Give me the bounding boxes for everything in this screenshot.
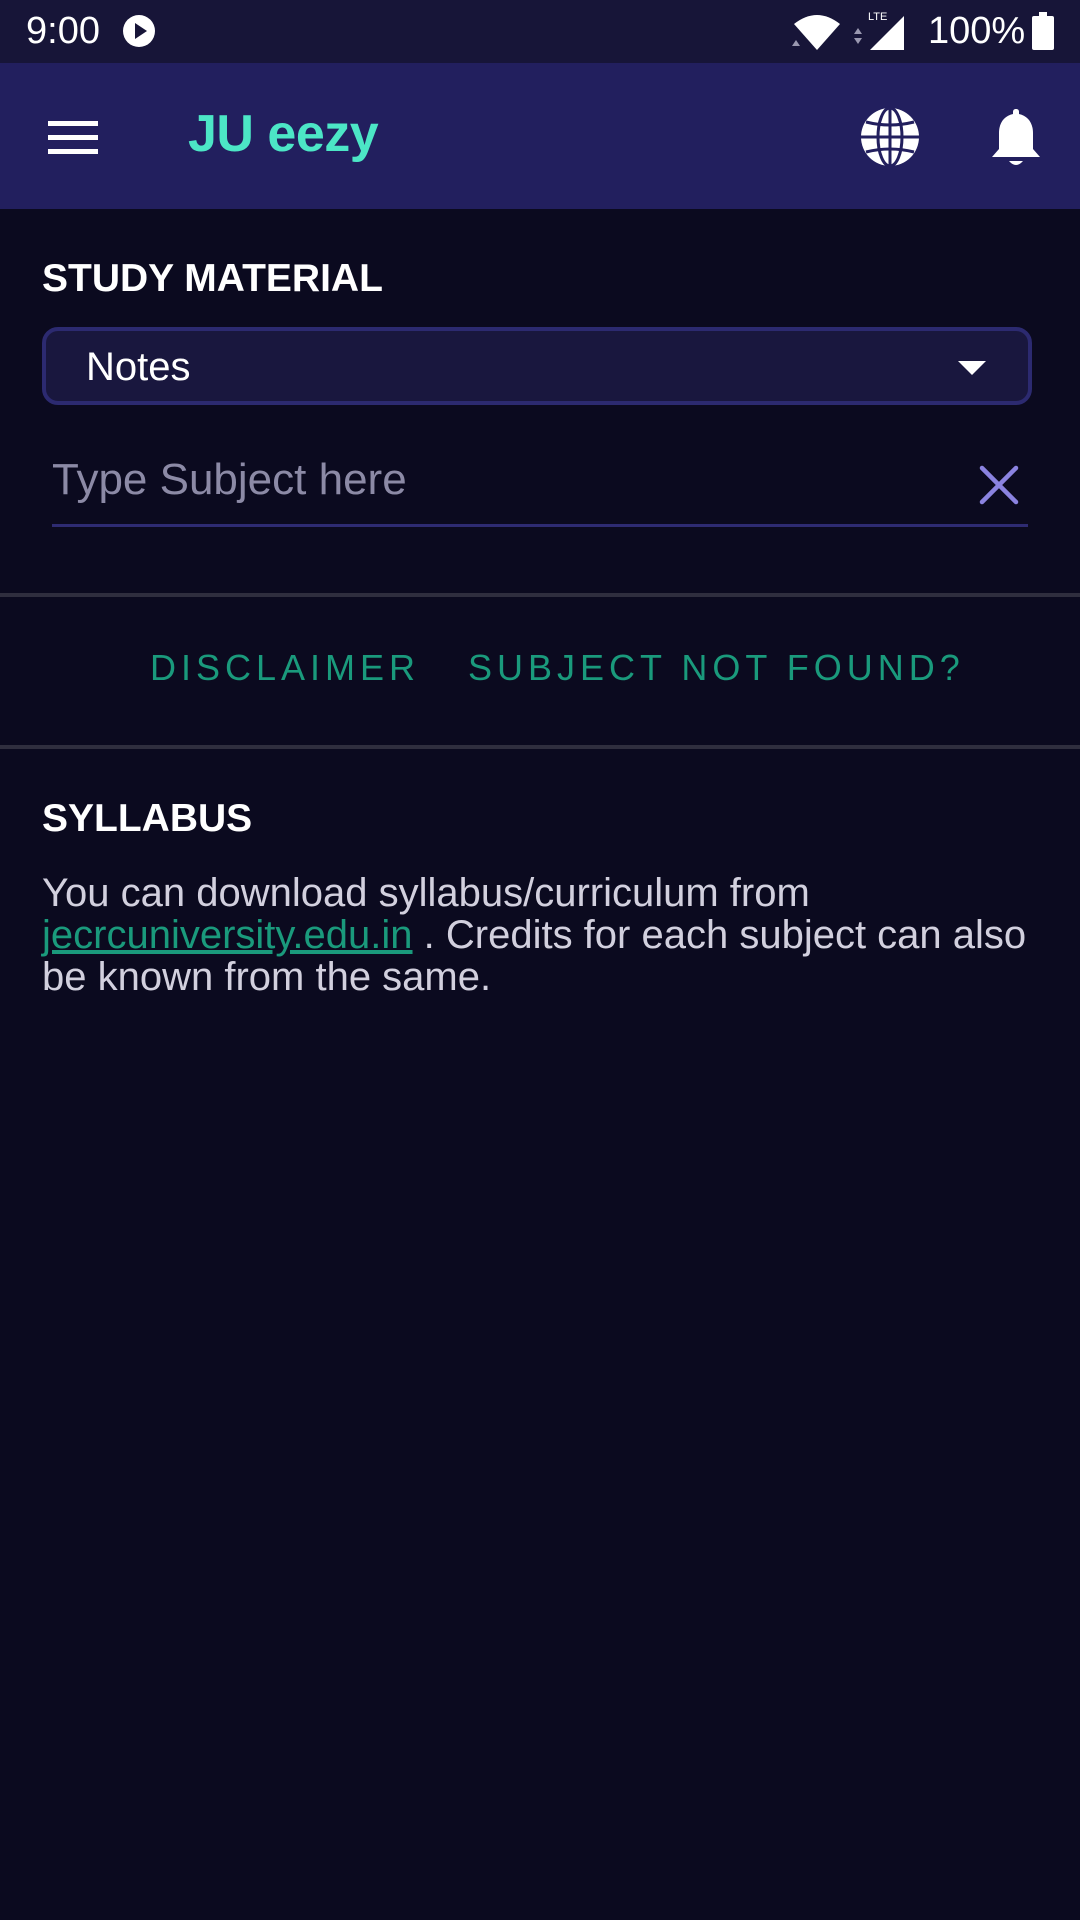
university-website-link[interactable]: jecrcuniversity.edu.in	[42, 913, 413, 957]
bell-icon[interactable]	[986, 105, 1046, 171]
subject-not-found-button[interactable]: SUBJECT NOT FOUND?	[468, 646, 965, 690]
dropdown-arrow-icon	[958, 361, 986, 375]
syllabus-heading: SYLLABUS	[42, 797, 253, 840]
clear-icon[interactable]	[976, 462, 1022, 508]
disclaimer-button[interactable]: DISCLAIMER	[150, 646, 420, 690]
input-underline	[52, 524, 1028, 527]
app-title: JU eezy	[188, 105, 379, 163]
wifi-icon	[792, 15, 840, 50]
divider-bottom	[0, 745, 1080, 749]
status-time: 9:00	[26, 10, 100, 52]
hamburger-menu-icon[interactable]	[40, 111, 106, 163]
screen: 9:00 LTE 100% JU eezy STUDY MATERIAL Not…	[0, 0, 1080, 1920]
divider-top	[0, 593, 1080, 597]
app-bar: JU eezy	[0, 63, 1080, 209]
battery-percent: 100%	[928, 10, 1026, 52]
dropdown-selected-value: Notes	[86, 345, 191, 389]
svg-text:LTE: LTE	[868, 11, 887, 23]
study-material-heading: STUDY MATERIAL	[42, 257, 383, 300]
subject-search-input[interactable]	[52, 444, 952, 516]
play-icon	[123, 15, 155, 47]
syllabus-description: You can download syllabus/curriculum fro…	[42, 872, 1042, 998]
status-bar: 9:00 LTE 100%	[0, 0, 1080, 63]
syllabus-text-before: You can download syllabus/curriculum fro…	[42, 871, 810, 915]
battery-icon	[1032, 12, 1054, 50]
lte-signal-icon: LTE	[854, 11, 904, 50]
material-type-dropdown[interactable]: Notes	[42, 327, 1032, 405]
globe-icon[interactable]	[858, 105, 922, 169]
